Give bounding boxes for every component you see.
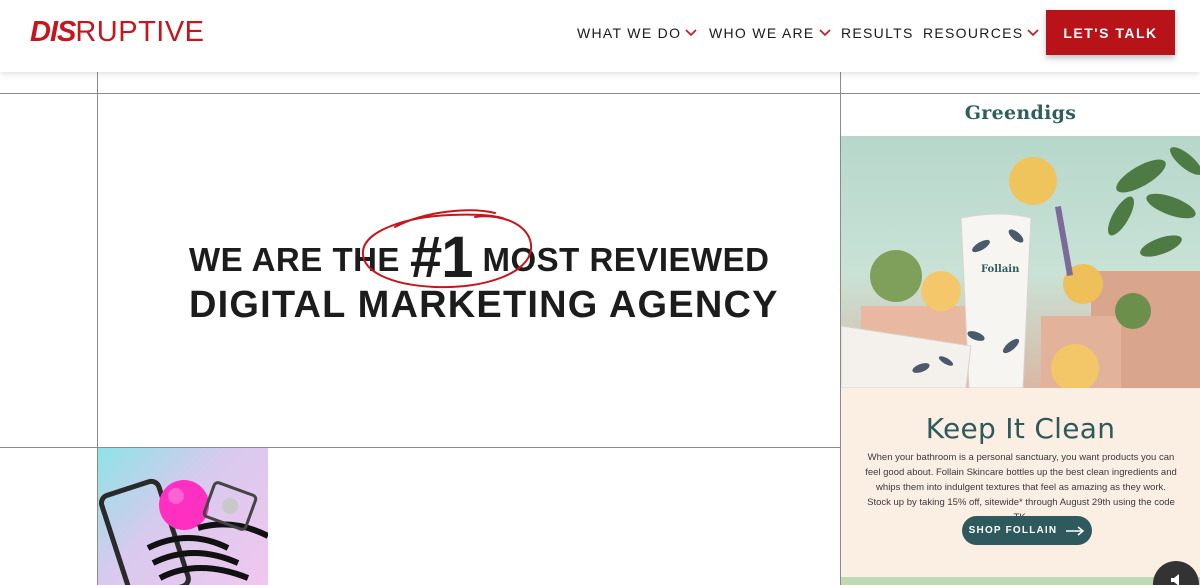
nav-item-what-we-do[interactable]: WHAT WE DO: [577, 24, 698, 42]
nav-label: RESOURCES: [923, 25, 1024, 41]
ad-headline: Keep It Clean: [925, 412, 1116, 445]
chevron-down-icon: [1027, 29, 1039, 37]
logo-light: RUPTIVE: [75, 15, 205, 48]
ad-button-label: SHOP FOLLAIN: [968, 525, 1058, 536]
shop-follain-button[interactable]: SHOP FOLLAIN: [962, 516, 1092, 545]
nav-item-who-we-are[interactable]: WHO WE ARE: [709, 24, 832, 42]
logo[interactable]: DIS RUPTIVE: [30, 17, 205, 47]
nav-label: WHAT WE DO: [577, 25, 682, 41]
nav-label: WHO WE ARE: [709, 25, 815, 41]
hero-text-before: WE ARE THE: [189, 241, 400, 278]
featured-image: [98, 448, 268, 585]
ad-copy: When your bathroom is a personal sanctua…: [865, 452, 1177, 523]
chevron-down-icon: [685, 29, 697, 37]
ad-panel[interactable]: Greendigs Follain Keep It Clean When you…: [841, 94, 1200, 585]
product-photo-icon: Follain: [841, 147, 1200, 388]
abstract-art-icon: [98, 478, 268, 585]
lets-talk-button[interactable]: LET'S TALK: [1046, 10, 1175, 55]
nav-label: RESULTS: [841, 25, 914, 41]
speaker-icon: [1171, 574, 1179, 585]
hero-line-1: WE ARE THE #1 MOST REVIEWED: [189, 229, 770, 287]
nav-item-resources[interactable]: RESOURCES: [923, 24, 1040, 42]
nav-item-results[interactable]: RESULTS: [841, 24, 914, 42]
chevron-down-icon: [818, 29, 831, 37]
logo-bold: DIS: [30, 15, 76, 48]
hero-text-after: MOST REVIEWED: [482, 241, 770, 278]
hero-number: #1: [409, 225, 474, 290]
arrow-right-icon: [1066, 525, 1085, 536]
ad-product-photo[interactable]: Follain: [841, 136, 1200, 388]
tube-brand: Follain: [981, 264, 1020, 275]
ad-bottom-strip: [841, 577, 1200, 585]
hero-line-2: DIGITAL MARKETING AGENCY: [189, 284, 779, 326]
site-header: DIS RUPTIVE WHAT WE DO WHO WE ARE RESULTS…: [0, 0, 1200, 72]
ad-brand-logo: Greendigs: [964, 102, 1077, 124]
ad-body: Keep It Clean When your bathroom is a pe…: [841, 388, 1200, 585]
